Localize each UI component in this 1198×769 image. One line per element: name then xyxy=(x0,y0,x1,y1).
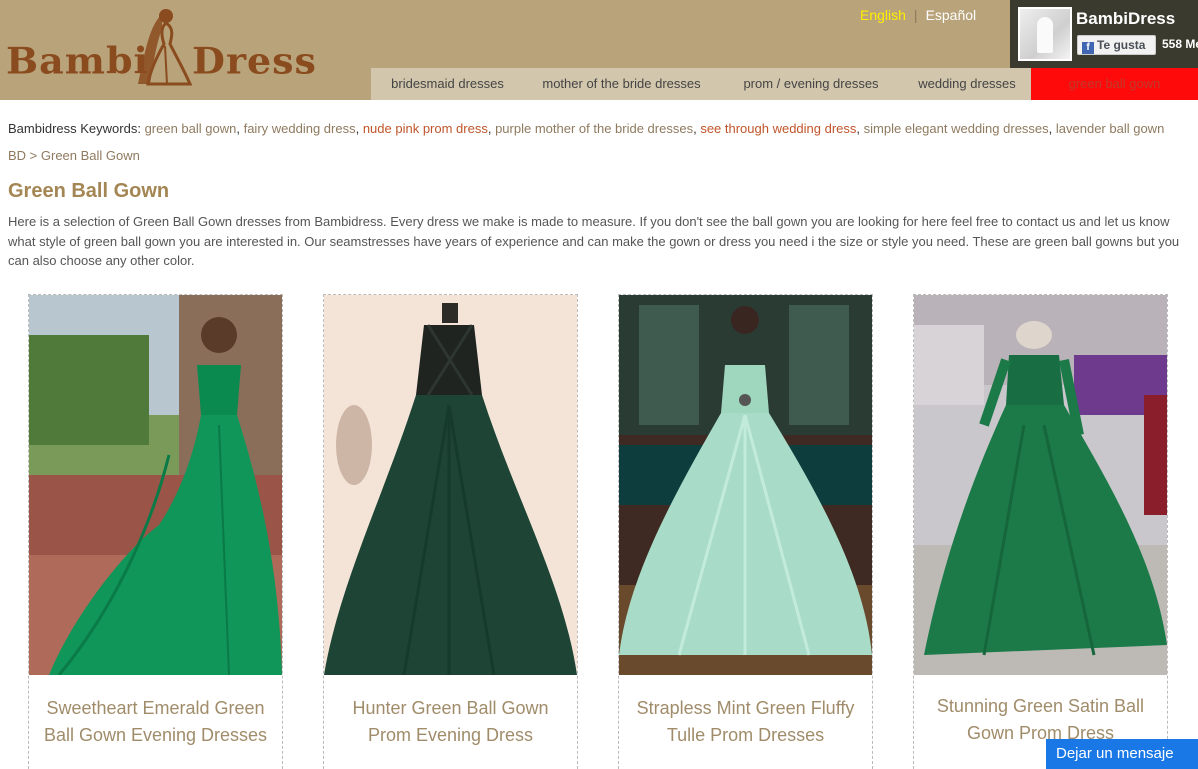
facebook-like-count: 558 Me xyxy=(1162,37,1198,51)
keyword-separator: , xyxy=(355,121,363,136)
keyword-separator: , xyxy=(487,121,496,136)
product-card[interactable]: Sweetheart Emerald Green Ball Gown Eveni… xyxy=(28,294,283,769)
keyword-link[interactable]: green ball gown xyxy=(145,121,237,136)
nav-item-prom-evening[interactable]: prom / evening dresses xyxy=(719,68,903,100)
nav-item-mother-of-bride[interactable]: mother of the bride dresses xyxy=(524,68,719,100)
product-card[interactable]: Strapless Mint Green Fluffy Tulle Prom D… xyxy=(618,294,873,769)
facebook-page-name[interactable]: BambiDress xyxy=(1076,9,1175,29)
language-english-link[interactable]: English xyxy=(860,7,906,23)
language-spanish-link[interactable]: Español xyxy=(926,7,977,23)
product-title[interactable]: Strapless Mint Green Fluffy Tulle Prom D… xyxy=(629,695,862,749)
nav-item-wedding[interactable]: wedding dresses xyxy=(903,68,1031,100)
facebook-icon: f xyxy=(1082,42,1094,54)
keywords-bar: Bambidress Keywords: green ball gown, fa… xyxy=(8,121,1164,136)
product-image[interactable] xyxy=(619,295,872,675)
language-separator: | xyxy=(913,7,918,23)
language-switcher: English | Español xyxy=(860,7,976,23)
main-nav: bridesmaid dresses mother of the bride d… xyxy=(371,68,1198,100)
breadcrumb-root-link[interactable]: BD xyxy=(8,148,26,163)
logo-text-left: Bambi xyxy=(6,39,149,82)
facebook-widget: BambiDress fTe gusta 558 Me xyxy=(1010,0,1198,68)
breadcrumb-separator: > xyxy=(26,148,41,163)
site-header: Bambi Dress English | Español BambiDress f… xyxy=(0,0,1198,100)
facebook-page-thumbnail[interactable] xyxy=(1018,7,1072,61)
intro-paragraph: Here is a selection of Green Ball Gown d… xyxy=(8,214,1180,268)
product-card[interactable]: Stunning Green Satin Ball Gown Prom Dres… xyxy=(913,294,1168,769)
product-image[interactable] xyxy=(324,295,577,675)
breadcrumb-current: Green Ball Gown xyxy=(40,148,140,163)
keyword-link[interactable]: see through wedding dress xyxy=(700,121,856,136)
keywords-label: Bambidress Keywords: xyxy=(8,121,145,136)
keyword-separator: , xyxy=(856,121,864,136)
logo-text-right: Dress xyxy=(192,39,317,82)
nav-item-bridesmaid[interactable]: bridesmaid dresses xyxy=(371,68,524,100)
bride-silhouette-icon xyxy=(138,9,193,86)
keyword-link[interactable]: fairy wedding dress xyxy=(244,121,356,136)
breadcrumb: BD > Green Ball Gown xyxy=(8,148,140,163)
chat-button[interactable]: Dejar un mensaje xyxy=(1046,739,1198,769)
nav-item-green-ball-gown[interactable]: green ball gown xyxy=(1031,68,1198,100)
facebook-like-label: Te gusta xyxy=(1097,38,1146,52)
product-title[interactable]: Sweetheart Emerald Green Ball Gown Eveni… xyxy=(39,695,272,749)
product-card[interactable]: Hunter Green Ball Gown Prom Evening Dres… xyxy=(323,294,578,769)
keyword-separator: , xyxy=(1048,121,1056,136)
keyword-link[interactable]: simple elegant wedding dresses xyxy=(864,121,1049,136)
facebook-like-button[interactable]: f Te gusta xyxy=(1077,35,1156,55)
keyword-link[interactable]: lavender ball gown xyxy=(1056,121,1164,136)
product-title[interactable]: Hunter Green Ball Gown Prom Evening Dres… xyxy=(334,695,567,749)
site-logo[interactable]: Bambi Dress xyxy=(6,6,316,86)
keyword-separator: , xyxy=(236,121,244,136)
page-title: Green Ball Gown xyxy=(8,180,170,202)
keyword-link[interactable]: nude pink prom dress xyxy=(363,121,488,136)
product-image[interactable] xyxy=(29,295,282,675)
product-image[interactable] xyxy=(914,295,1167,675)
keyword-link[interactable]: purple mother of the bride dresses xyxy=(495,121,693,136)
